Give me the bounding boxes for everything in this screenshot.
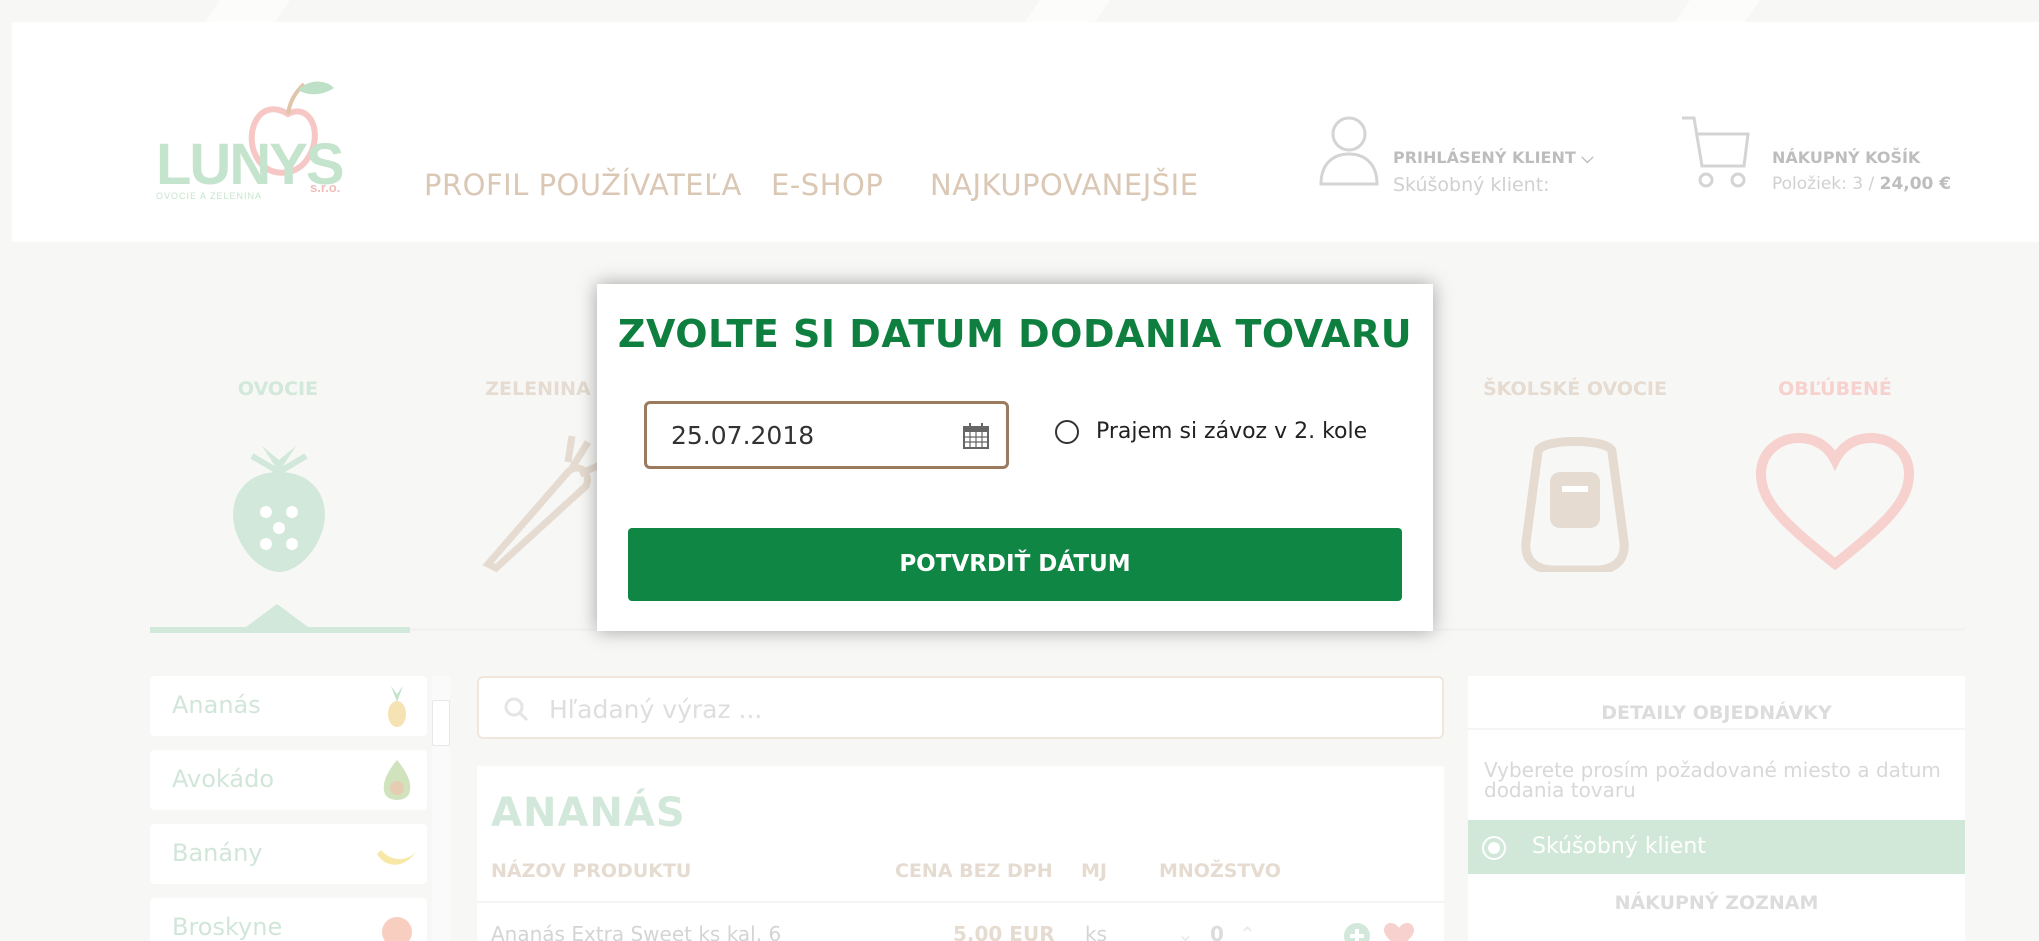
calendar-icon[interactable]	[962, 422, 990, 450]
modal-title: ZVOLTE SI DATUM DODANIA TOVARU	[617, 312, 1413, 356]
delivery-date-modal: ZVOLTE SI DATUM DODANIA TOVARU 25.07.201…	[597, 284, 1433, 631]
second-round-label[interactable]: Prajem si závoz v 2. kole	[1096, 419, 1367, 444]
second-round-radio[interactable]	[1055, 420, 1079, 444]
confirm-date-button[interactable]: POTVRDIŤ DÁTUM	[628, 528, 1402, 601]
delivery-date-input[interactable]: 25.07.2018	[644, 401, 1009, 469]
delivery-date-value: 25.07.2018	[671, 421, 815, 450]
